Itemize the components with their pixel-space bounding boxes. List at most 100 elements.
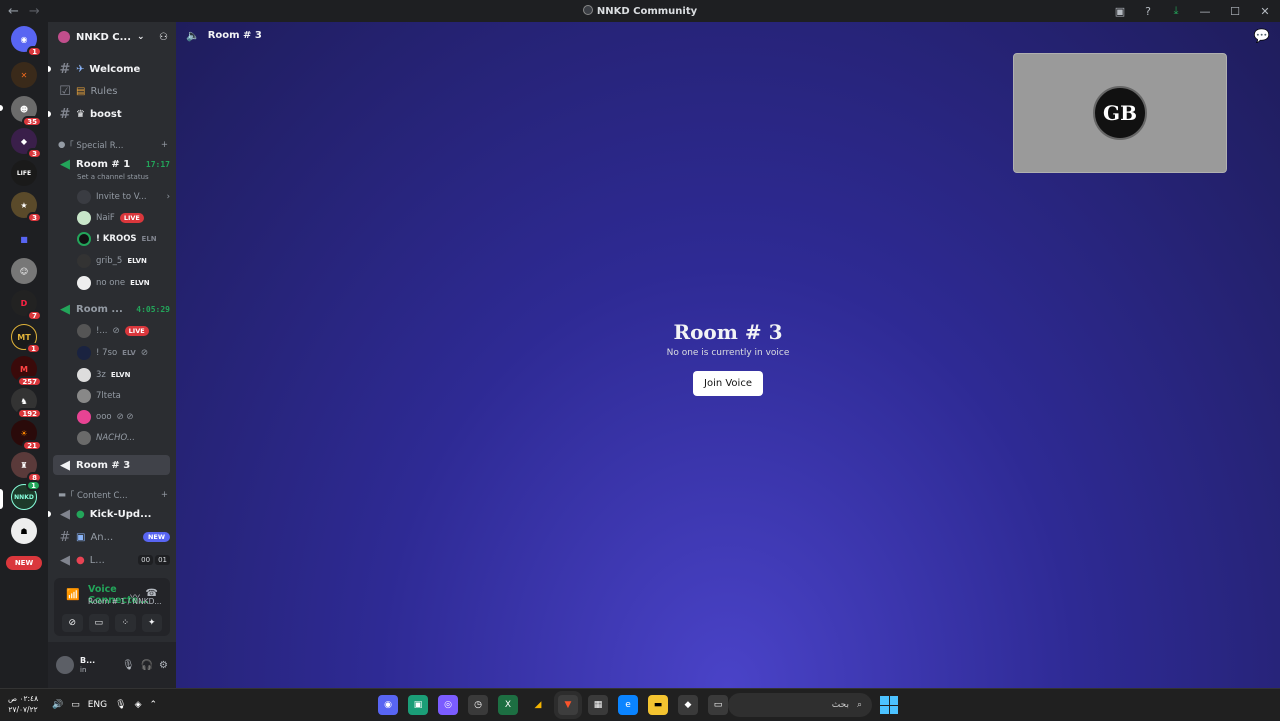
avatar bbox=[77, 367, 91, 382]
taskbar-apps: ◉ ▣ ◎ ◷ X ◢ ▼ ▦ e ▬ ◆ ▭ bbox=[378, 689, 728, 721]
channel-boost[interactable]: # ♛ boost bbox=[48, 104, 170, 124]
channel-room-3[interactable]: ◀ Room # 3 bbox=[53, 455, 170, 475]
channel-room-2[interactable]: ◀ Room ... 4:05:29 bbox=[53, 299, 170, 319]
forward-arrow-icon[interactable]: → bbox=[29, 4, 40, 19]
app-icon[interactable]: ▭ bbox=[708, 695, 728, 715]
add-channel-icon[interactable]: + bbox=[161, 140, 168, 150]
activities-icon[interactable]: ⁘ bbox=[115, 614, 136, 632]
server-icon[interactable]: LIFE bbox=[11, 160, 37, 186]
server-icon[interactable]: ☺ bbox=[11, 258, 37, 284]
language-indicator[interactable]: ENG bbox=[88, 700, 107, 710]
chat-bubble-icon[interactable]: 💬 bbox=[1254, 29, 1270, 44]
app-icon[interactable]: ◆ bbox=[678, 695, 698, 715]
join-voice-button[interactable]: Join Voice bbox=[693, 371, 763, 396]
close-button[interactable]: ✕ bbox=[1250, 5, 1280, 18]
signal-icon[interactable]: 📶 bbox=[66, 588, 80, 601]
nnkd-server-icon[interactable]: NNKD 1 bbox=[11, 480, 41, 510]
server-icon[interactable]: ☀ 21 bbox=[11, 420, 42, 451]
voice-member[interactable]: NaiF LIVE bbox=[77, 208, 170, 227]
screen-share-icon[interactable]: ▣ bbox=[1106, 5, 1134, 18]
member-tag: ELVN bbox=[130, 278, 150, 287]
settings-gear-icon[interactable]: ⚙ bbox=[159, 660, 168, 671]
mic-tray-icon[interactable]: 🎙 bbox=[115, 700, 126, 710]
tray-app-icon[interactable]: ◈ bbox=[135, 700, 142, 710]
gb-logo: GB bbox=[1093, 86, 1147, 140]
app-icon[interactable]: ◢ bbox=[528, 695, 548, 715]
headphones-icon[interactable]: 🎧 bbox=[141, 660, 153, 671]
server-icon[interactable]: D7 bbox=[11, 290, 42, 321]
category-special[interactable]: ● ｢ Special R... + bbox=[58, 137, 168, 153]
voice-member[interactable]: NACHO... bbox=[77, 428, 170, 447]
app-icon[interactable]: ▣ bbox=[408, 695, 428, 715]
maximize-button[interactable]: ☐ bbox=[1220, 5, 1250, 18]
app-icon[interactable]: ◷ bbox=[468, 695, 488, 715]
channel-room-1[interactable]: ◀ Room # 1 17:17 bbox=[53, 154, 170, 174]
back-arrow-icon[interactable]: ← bbox=[8, 4, 19, 19]
discord-home-icon[interactable]: ◉ 1 bbox=[11, 26, 42, 57]
server-icon[interactable]: ◆ 3 bbox=[11, 128, 42, 159]
channel-an[interactable]: # ▣ An... NEW bbox=[53, 527, 170, 547]
voice-member[interactable]: !... ⊘ LIVE bbox=[77, 321, 170, 340]
channel-welcome[interactable]: # ✈ Welcome bbox=[48, 59, 170, 79]
channel-l[interactable]: ◀ ● L... 00 01 bbox=[53, 550, 170, 570]
voice-member[interactable]: ! KROOS ELN bbox=[77, 229, 170, 248]
server-icon[interactable]: M 257 bbox=[11, 356, 42, 387]
voice-member[interactable]: 7lteta bbox=[77, 386, 170, 405]
app-icon[interactable]: ◎ bbox=[438, 695, 458, 715]
clock[interactable]: ٠٢:٤٨ ص ٢٧/٠٧/٢٢ bbox=[8, 693, 38, 715]
brave-browser-icon[interactable]: ▼ bbox=[558, 695, 578, 715]
volume-icon[interactable]: 🔊 bbox=[52, 700, 63, 710]
file-explorer-icon[interactable]: ▬ bbox=[648, 695, 668, 715]
screen-share-icon[interactable]: ▭ bbox=[88, 614, 109, 632]
minimize-button[interactable]: — bbox=[1190, 5, 1220, 18]
member-name: NaiF bbox=[96, 212, 115, 223]
disconnect-icon[interactable]: ☎ bbox=[146, 588, 158, 599]
server-icon[interactable]: ♞ 192 bbox=[11, 388, 42, 419]
video-tile[interactable]: GB bbox=[1013, 53, 1227, 173]
edge-icon[interactable]: e bbox=[618, 695, 638, 715]
nav-buttons: ← → bbox=[0, 4, 40, 19]
member-name: NACHO... bbox=[96, 432, 135, 443]
store-icon[interactable]: ▦ bbox=[588, 695, 608, 715]
add-channel-icon[interactable]: + bbox=[161, 490, 168, 500]
channel-status[interactable]: Set a channel status bbox=[77, 173, 149, 181]
speaker-icon: ◀ bbox=[60, 457, 70, 473]
discord-app-icon[interactable]: ◉ bbox=[378, 695, 398, 715]
invite-to-voice[interactable]: Invite to V... › bbox=[77, 187, 170, 206]
start-button[interactable] bbox=[880, 696, 898, 714]
avatar[interactable] bbox=[56, 656, 74, 674]
server-icon[interactable]: ✕ bbox=[11, 62, 37, 88]
chevron-up-icon[interactable]: ⌃ bbox=[150, 700, 158, 710]
record-icon: ● bbox=[76, 554, 85, 566]
voice-member[interactable]: no one ELVN bbox=[77, 273, 170, 292]
download-icon[interactable]: ⤓ bbox=[1162, 4, 1190, 18]
server-icon[interactable]: MT 1 bbox=[11, 324, 41, 354]
avatar bbox=[77, 275, 91, 290]
channel-kick[interactable]: ◀ ● Kick-Upd... bbox=[48, 504, 170, 524]
help-icon[interactable]: ? bbox=[1134, 5, 1162, 18]
voice-member[interactable]: grib_5 ELVN bbox=[77, 251, 170, 270]
server-icon[interactable]: ☻ 35 bbox=[11, 96, 42, 127]
voice-member[interactable]: 3z ELVN bbox=[77, 365, 170, 384]
new-servers-pill[interactable]: NEW bbox=[6, 556, 42, 570]
category-content[interactable]: ▬ ｢ Content C... + bbox=[58, 487, 168, 503]
voice-member[interactable]: ! 7so ELV ⊘ bbox=[77, 343, 170, 362]
server-icon[interactable]: ♜ 8 bbox=[11, 452, 42, 483]
excel-icon[interactable]: X bbox=[498, 695, 518, 715]
add-member-icon[interactable]: ⚇ bbox=[159, 32, 168, 43]
server-header[interactable]: NNKD C... ⌄ ⚇ bbox=[48, 22, 176, 52]
user-info[interactable]: B... in bbox=[80, 656, 95, 675]
room-subtitle: No one is currently in voice bbox=[666, 348, 790, 358]
channel-rules[interactable]: ☑ ▤ Rules bbox=[53, 81, 170, 101]
microphone-icon[interactable]: 🎙 bbox=[122, 660, 135, 671]
server-icon[interactable]: ☗ bbox=[11, 518, 37, 544]
taskbar-search[interactable]: بحث ⌕ bbox=[728, 693, 872, 717]
noise-suppression-icon[interactable]: 〰 bbox=[130, 588, 140, 603]
server-icon[interactable]: ★ 3 bbox=[11, 192, 42, 223]
channel-sidebar: NNKD C... ⌄ ⚇ # ✈ Welcome ☑ ▤ Rules # ♛ boost … bbox=[48, 22, 176, 688]
soundboard-icon[interactable]: ✦ bbox=[141, 614, 162, 632]
camera-off-icon[interactable]: ⊘ bbox=[62, 614, 83, 632]
folder-icon[interactable]: ■ bbox=[11, 226, 37, 252]
voice-member[interactable]: ooo ⊘ ⊘ bbox=[77, 407, 170, 426]
network-icon[interactable]: ▭ bbox=[71, 700, 80, 710]
